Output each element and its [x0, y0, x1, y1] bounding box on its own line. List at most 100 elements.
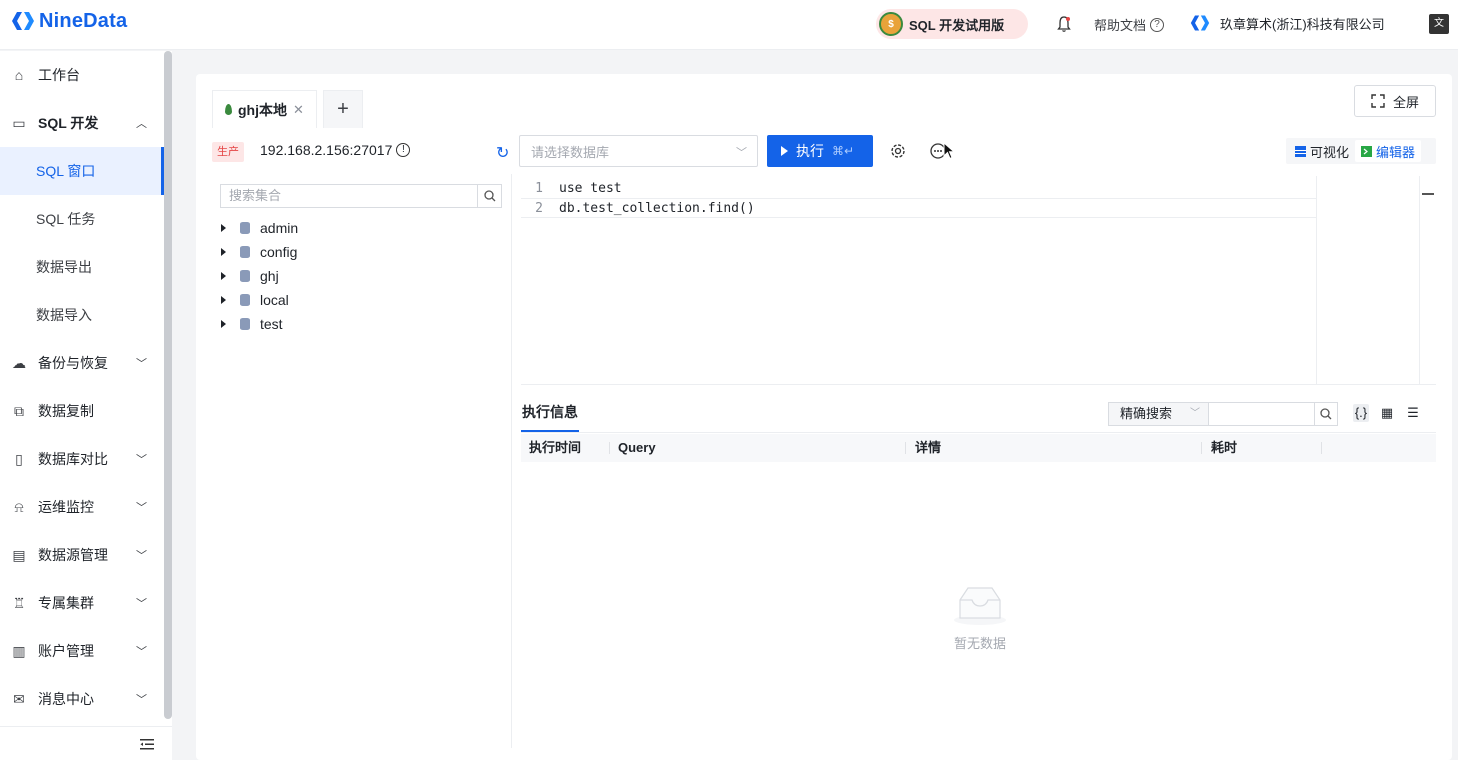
tab-label: ghj本地 — [238, 101, 287, 118]
sidebar-item-replication[interactable]: ⧉ 数据复制 — [0, 387, 164, 435]
monitor-icon: ▭ — [12, 115, 26, 131]
trial-label: SQL 开发试用版 — [909, 17, 1005, 33]
logo[interactable]: NineData — [11, 9, 127, 33]
chevron-down-icon: ﹀ — [736, 147, 747, 159]
code-editor[interactable]: 1 use test 2 db.test_collection.find() — [521, 176, 1436, 385]
column-separator — [1201, 442, 1202, 454]
sidebar-item-account[interactable]: ▥ 账户管理 ﹀ — [0, 627, 164, 675]
collapse-menu-icon[interactable] — [140, 739, 154, 750]
help-docs-link[interactable]: 帮助文档 ? — [1094, 15, 1165, 34]
gear-icon[interactable] — [889, 142, 907, 160]
sidebar: ⌂ 工作台 ▭ SQL 开发 ︿ SQL 窗口 SQL 任务 数据导出 数据导入… — [0, 51, 172, 760]
sidebar-item-sql-dev[interactable]: ▭ SQL 开发 ︿ — [0, 99, 164, 147]
tab-ghj-local[interactable]: ghj本地 ✕ — [212, 90, 317, 128]
tree-item-label: test — [260, 316, 283, 332]
tab-execution-info[interactable]: 执行信息 — [521, 394, 579, 432]
sidebar-item-messages[interactable]: ✉ 消息中心 ﹀ — [0, 675, 164, 723]
visual-mode-button[interactable]: 可视化 — [1289, 140, 1355, 162]
tree-item-admin[interactable]: admin — [220, 216, 298, 240]
refresh-icon[interactable]: ↻ — [496, 143, 509, 163]
execute-button[interactable]: 执行 ⌘↵ — [767, 135, 873, 167]
visual-table-icon — [1295, 145, 1306, 157]
add-tab-button[interactable]: + — [322, 90, 363, 128]
sidebar-item-label: 消息中心 — [38, 691, 94, 707]
connection-address: 192.168.2.156:27017 — [260, 142, 393, 158]
list-view-icon[interactable]: ☰ — [1405, 404, 1421, 422]
line-number: 2 — [535, 200, 543, 216]
fullscreen-button[interactable]: 全屏 — [1354, 85, 1436, 117]
expand-caret-icon[interactable] — [221, 296, 226, 304]
editor-scrollbar[interactable] — [1419, 176, 1434, 385]
result-search: 精确搜索 ﹀ — [1108, 402, 1338, 426]
sidebar-item-label: 备份与恢复 — [38, 355, 108, 371]
tree-item-local[interactable]: local — [220, 288, 289, 312]
collection-search[interactable]: 搜索集合 — [220, 184, 502, 208]
expand-caret-icon[interactable] — [221, 224, 226, 232]
search-button[interactable] — [477, 185, 501, 207]
column-separator — [609, 442, 610, 454]
bell-icon[interactable] — [1056, 15, 1072, 33]
json-view-icon[interactable]: {.} — [1353, 404, 1369, 422]
editor-line-current[interactable]: 2 db.test_collection.find() — [521, 198, 1316, 218]
sidebar-scrollbar[interactable] — [164, 51, 172, 719]
editor-line[interactable]: 1 use test — [521, 178, 1316, 198]
question-circle-icon: ? — [1150, 17, 1165, 32]
collection-tree: 搜索集合 admin config ghj local test — [212, 174, 512, 748]
visual-label: 可视化 — [1310, 144, 1350, 160]
results-table-header: 执行时间 Query 详情 耗时 — [521, 434, 1436, 462]
database-icon — [240, 294, 250, 306]
tree-item-test[interactable]: test — [220, 312, 283, 336]
env-tag: 生产 — [212, 142, 244, 162]
chevron-down-icon: ﹀ — [136, 550, 147, 562]
mouse-cursor-icon — [943, 142, 955, 160]
sidebar-item-data-export[interactable]: 数据导出 — [0, 243, 164, 291]
sql-window-panel: ghj本地 ✕ + 全屏 生产 192.168.2.156:27017 ! ↻ … — [196, 74, 1452, 760]
connection-info: 192.168.2.156:27017 ! — [260, 142, 411, 158]
sidebar-item-backup[interactable]: ☁ 备份与恢复 ﹀ — [0, 339, 164, 387]
trial-badge[interactable]: $ SQL 开发试用版 — [876, 9, 1028, 39]
column-header: Query — [618, 440, 656, 455]
help-label: 帮助文档 — [1094, 18, 1147, 33]
close-icon[interactable]: ✕ — [293, 102, 304, 118]
sidebar-item-db-compare[interactable]: ▯ 数据库对比 ﹀ — [0, 435, 164, 483]
sidebar-footer — [0, 726, 172, 760]
chevron-up-icon: ︿ — [136, 118, 147, 130]
language-icon[interactable]: 文 — [1429, 14, 1449, 34]
tree-item-config[interactable]: config — [220, 240, 297, 264]
sidebar-item-sql-window[interactable]: SQL 窗口 — [0, 147, 164, 195]
empty-text: 暂无数据 — [953, 636, 1006, 651]
search-icon — [1320, 408, 1332, 420]
expand-caret-icon[interactable] — [221, 320, 226, 328]
sidebar-item-sql-task[interactable]: SQL 任务 — [0, 195, 164, 243]
collection-search-input[interactable]: 搜索集合 — [221, 185, 477, 207]
sidebar-item-label: SQL 开发 — [38, 115, 99, 131]
column-header: 执行时间 — [529, 440, 582, 455]
grid-view-icon[interactable]: ▦ — [1379, 404, 1395, 422]
execute-label: 执行 — [796, 143, 824, 159]
sidebar-item-cluster[interactable]: ♖ 专属集群 ﹀ — [0, 579, 164, 627]
sidebar-item-label: SQL 窗口 — [36, 163, 96, 179]
search-mode-select[interactable]: 精确搜索 ﹀ — [1109, 403, 1209, 425]
expand-caret-icon[interactable] — [221, 248, 226, 256]
account-icon: ▥ — [12, 643, 26, 659]
org-switcher[interactable]: 玖章算术(浙江)科技有限公司 — [1190, 13, 1385, 33]
sidebar-item-data-import[interactable]: 数据导入 — [0, 291, 164, 339]
tree-item-ghj[interactable]: ghj — [220, 264, 279, 288]
empty-inbox-icon — [954, 587, 1006, 625]
result-view-icons: {.} ▦ ☰ — [1353, 404, 1421, 422]
sidebar-item-label: 运维监控 — [38, 499, 94, 515]
sidebar-item-datasource[interactable]: ▤ 数据源管理 ﹀ — [0, 531, 164, 579]
database-select[interactable]: 请选择数据库 ﹀ — [519, 135, 758, 167]
sidebar-item-workbench[interactable]: ⌂ 工作台 — [0, 51, 164, 99]
editor-minimap[interactable] — [1316, 176, 1416, 385]
chevron-down-icon: ﹀ — [136, 454, 147, 466]
result-search-button[interactable] — [1315, 403, 1337, 425]
info-icon[interactable]: ! — [396, 143, 411, 157]
chevron-down-icon: ﹀ — [136, 646, 147, 658]
editor-mode-button[interactable]: 编辑器 — [1355, 140, 1422, 162]
sidebar-item-monitoring[interactable]: ⍾ 运维监控 ﹀ — [0, 483, 164, 531]
editor-icon — [1361, 145, 1373, 157]
expand-caret-icon[interactable] — [221, 272, 226, 280]
query-tabs: ghj本地 ✕ + — [212, 90, 363, 128]
result-search-input[interactable] — [1209, 403, 1315, 425]
